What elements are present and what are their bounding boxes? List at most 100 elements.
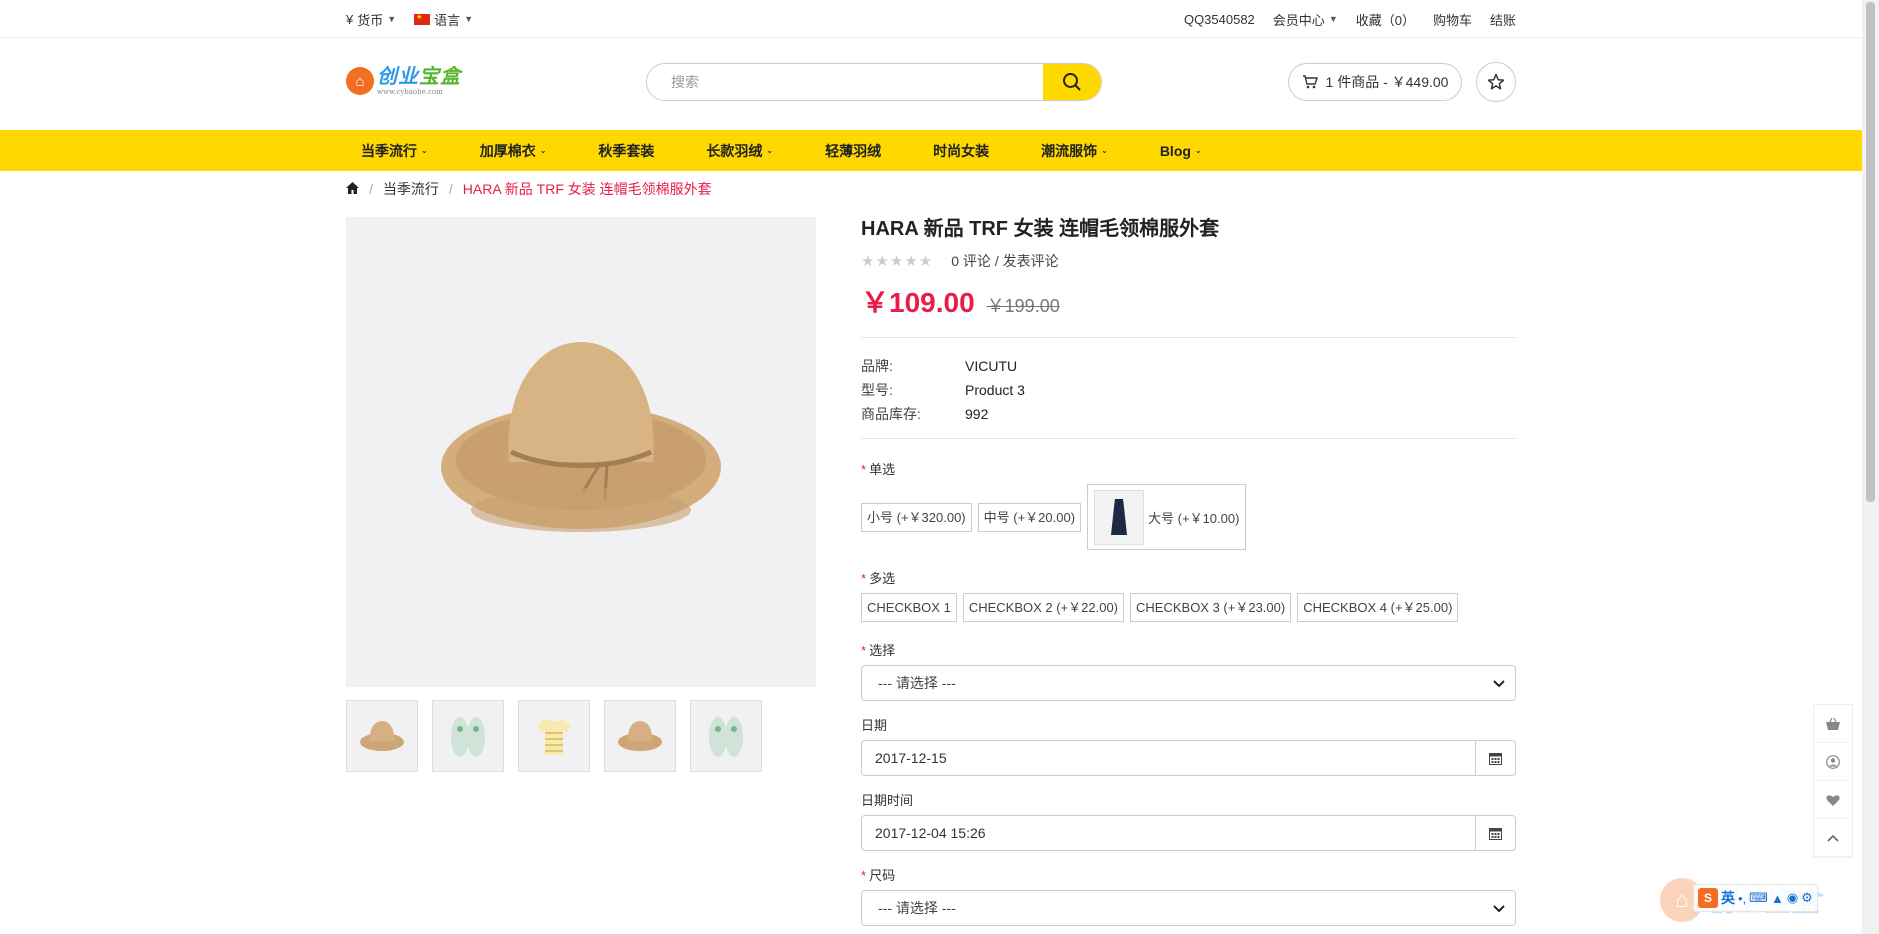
spec-row: 商品库存: 992	[861, 402, 1516, 426]
logo-text-a: 创业	[377, 66, 419, 88]
datetime-label: 日期时间	[861, 793, 914, 808]
language-selector[interactable]: 语言 ▼	[414, 10, 473, 29]
straw-hat-image	[441, 342, 721, 532]
thumbnail-strip	[346, 700, 762, 772]
chevron-down-icon: ⌄	[421, 146, 428, 155]
cart-link[interactable]: 购物车	[1433, 10, 1472, 29]
site-logo[interactable]: ⌂ 创业宝盒 www.cybaohe.com	[346, 66, 461, 96]
product-price: ￥109.00	[861, 287, 975, 318]
vertical-scrollbar[interactable]	[1862, 0, 1879, 934]
ime-punctuation-icon[interactable]: •,	[1738, 891, 1746, 906]
thumbnail-hat[interactable]	[604, 700, 676, 772]
thumbnail-hat[interactable]	[346, 700, 418, 772]
nav-item[interactable]: 当季流行 ⌄	[346, 130, 443, 171]
spec-value: 992	[965, 406, 989, 422]
chevron-down-icon: ⌄	[1194, 146, 1202, 155]
product-info: HARA 新品 TRF 女装 连帽毛领棉服外套 ★★★★★ 0 评论 / 发表评…	[861, 214, 1516, 926]
radio-small[interactable]: 小号 (+￥320.00)	[861, 502, 972, 532]
rating-stars: ★★★★★	[861, 253, 934, 270]
search-input[interactable]	[647, 64, 1043, 100]
wishlist-link[interactable]: 收藏（0）	[1356, 10, 1415, 29]
radio-large[interactable]: 大号 (+￥10.00)	[1087, 484, 1247, 550]
option-select[interactable]: --- 请选择 ---	[861, 665, 1516, 701]
spec-value[interactable]: VICUTU	[965, 354, 1017, 378]
search-icon	[1063, 73, 1081, 91]
float-account-button[interactable]	[1814, 743, 1852, 781]
ime-tools-icon[interactable]: ◉	[1787, 890, 1798, 906]
currency-label: 货币	[357, 12, 384, 28]
nav-item-label: 当季流行	[361, 142, 417, 159]
cart-summary-button[interactable]: 1 件商品 - ￥449.00	[1288, 63, 1462, 101]
datetime-picker-button[interactable]	[1475, 816, 1515, 850]
ime-logo-icon[interactable]: S	[1698, 888, 1718, 908]
ime-skin-icon[interactable]: ▲	[1771, 891, 1784, 906]
caret-down-icon: ▼	[464, 14, 474, 24]
chevron-down-icon: ⌄	[766, 146, 774, 155]
calendar-icon	[1489, 827, 1502, 840]
size-option-label: * 尺码	[861, 868, 896, 883]
scrollbar-thumb[interactable]	[1866, 2, 1875, 502]
radio-large-label: 大号 (+￥10.00)	[1148, 510, 1240, 526]
currency-selector[interactable]: ¥ 货币 ▼	[346, 10, 396, 29]
reviews-link[interactable]: 0 评论	[951, 253, 991, 269]
thumbnail-slippers[interactable]	[432, 700, 504, 772]
size-select[interactable]: --- 请选择 ---	[861, 890, 1516, 926]
breadcrumb-separator: /	[369, 181, 373, 197]
nav-item[interactable]: 加厚棉衣 ⌄	[465, 130, 562, 171]
checkbox-options: CHECKBOX 1 CHECKBOX 2 (+￥22.00) CHECKBOX…	[861, 593, 1516, 622]
nav-item[interactable]: Blog ⌄	[1145, 130, 1217, 171]
checkbox-3[interactable]: CHECKBOX 3 (+￥23.00)	[1130, 593, 1292, 622]
ime-keyboard-icon[interactable]: ⌨	[1749, 890, 1768, 906]
basket-icon	[1826, 717, 1840, 730]
radio-option-label: * 单选	[861, 462, 896, 477]
spec-key: 商品库存:	[861, 406, 921, 422]
float-cart-button[interactable]	[1814, 705, 1852, 743]
radio-medium[interactable]: 中号 (+￥20.00)	[977, 502, 1082, 532]
nav-item[interactable]: 时尚女装	[918, 130, 1004, 171]
date-picker-button[interactable]	[1475, 741, 1515, 775]
product-title: HARA 新品 TRF 女装 连帽毛领棉服外套	[861, 218, 1220, 240]
nav-item[interactable]: 轻薄羽绒	[810, 130, 896, 171]
price-row: ￥109.00 ￥199.00	[861, 281, 1516, 338]
checkout-link[interactable]: 结账	[1490, 10, 1516, 29]
favorites-button[interactable]	[1476, 62, 1516, 102]
nav-item[interactable]: 秋季套装	[583, 130, 669, 171]
home-icon[interactable]	[346, 181, 359, 197]
nav-item[interactable]: 潮流服饰 ⌄	[1026, 130, 1123, 171]
date-field	[861, 740, 1516, 776]
thumbnail-shirt[interactable]	[518, 700, 590, 772]
spec-key: 型号:	[861, 382, 893, 398]
breadcrumb: / 当季流行 / HARA 新品 TRF 女装 连帽毛领棉服外套	[346, 178, 1516, 200]
back-to-top-button[interactable]	[1814, 819, 1852, 857]
date-label: 日期	[861, 718, 888, 733]
nav-item-label: Blog	[1159, 142, 1191, 159]
ime-language-toggle[interactable]: 英	[1721, 888, 1735, 908]
checkbox-1[interactable]: CHECKBOX 1	[861, 593, 957, 622]
float-wishlist-button[interactable]	[1814, 781, 1852, 819]
write-review-link[interactable]: 发表评论	[1003, 253, 1059, 269]
chevron-up-icon	[1827, 834, 1839, 842]
chevron-down-icon: ⌄	[539, 146, 547, 155]
datetime-input[interactable]	[862, 816, 1475, 850]
datetime-field	[861, 815, 1516, 851]
hat-thumb-image	[618, 721, 662, 751]
checkbox-2[interactable]: CHECKBOX 2 (+￥22.00)	[962, 593, 1125, 622]
spec-row: 品牌: VICUTU	[861, 354, 1516, 378]
nav-item[interactable]: 长款羽绒 ⌄	[691, 130, 788, 171]
date-input[interactable]	[862, 741, 1475, 775]
breadcrumb-category[interactable]: 当季流行	[383, 179, 439, 199]
checkbox-4[interactable]: CHECKBOX 4 (+￥25.00)	[1297, 593, 1459, 622]
cart-summary-text: 1 件商品 - ￥449.00	[1325, 74, 1449, 90]
breadcrumb-current[interactable]: HARA 新品 TRF 女装 连帽毛领棉服外套	[463, 179, 712, 199]
checkbox-option-label-text: 多选	[869, 571, 896, 586]
account-menu[interactable]: 会员中心 ▼	[1273, 10, 1338, 29]
ime-settings-icon[interactable]: ⚙	[1801, 890, 1813, 906]
search-button[interactable]	[1043, 64, 1101, 100]
chevron-down-icon: ▼	[387, 14, 397, 24]
radio-options: 小号 (+￥320.00) 中号 (+￥20.00) 大号 (+￥10.00)	[861, 484, 1516, 550]
spec-key: 品牌:	[861, 358, 893, 374]
select-option-label: * 选择	[861, 643, 896, 658]
product-main-image[interactable]	[346, 217, 816, 687]
spec-row: 型号: Product 3	[861, 378, 1516, 402]
thumbnail-slippers[interactable]	[690, 700, 762, 772]
